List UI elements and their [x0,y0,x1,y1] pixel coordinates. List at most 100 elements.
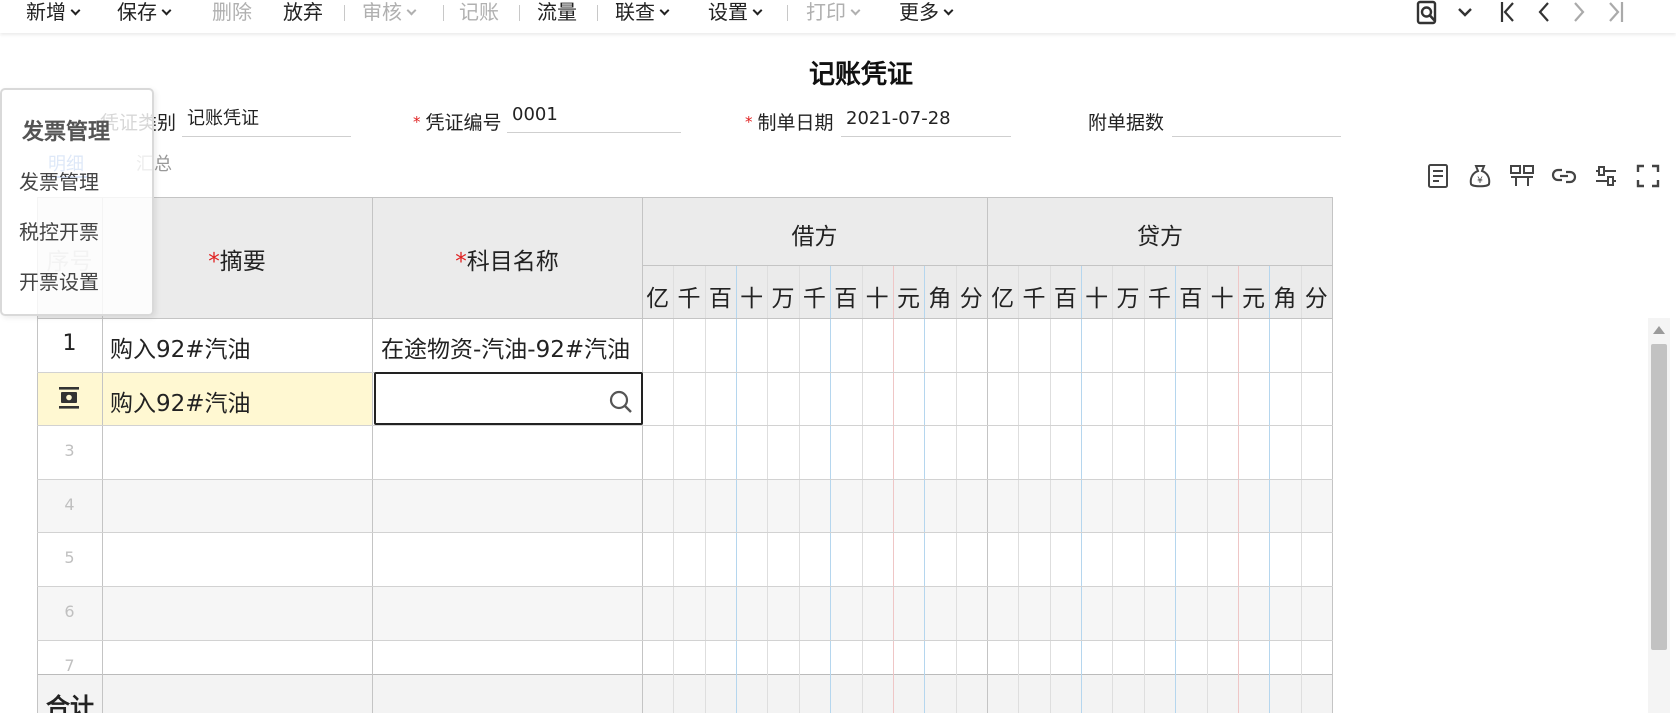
grid-line [1237,265,1239,713]
grid-line [798,265,800,713]
grid-line [642,265,1333,266]
popup-item-tax-invoicing[interactable]: 税控开票 [19,216,99,245]
credit-digit-header: 万 [1116,286,1140,312]
credit-digit-header: 百 [1053,286,1077,312]
popup-item-invoice-management[interactable]: 发票管理 [19,166,99,195]
grid-line [861,265,863,713]
grid-line [37,478,1333,480]
popup-title: 发票管理 [22,120,111,145]
settings-button[interactable]: 设置 [708,0,763,26]
structure-icon[interactable] [1508,162,1536,190]
print-button[interactable]: 打印 [806,0,861,26]
search-icon[interactable] [607,388,635,416]
more-button[interactable]: 更多 [899,0,954,26]
credit-digit-header: 亿 [991,286,1015,312]
summary-cell[interactable]: 购入92#汽油 [110,384,251,418]
grid-line [1049,265,1051,713]
grid-line [37,639,1333,641]
grid-line [37,586,1333,587]
grid-line [37,318,1333,319]
row-number: 6 [64,602,75,621]
table-row[interactable] [37,532,1333,586]
total-row [37,674,1333,713]
debit-digit-header: 百 [834,286,858,312]
last-page-icon[interactable] [1602,0,1630,26]
chevron-down-icon [943,5,954,16]
account-input[interactable] [374,372,643,425]
debit-digit-header: 亿 [646,286,670,312]
toolbar-separator [597,5,598,21]
link-icon[interactable] [1550,162,1578,190]
post-button[interactable]: 记账 [459,0,499,26]
adjust-icon[interactable] [1592,162,1620,190]
table-row[interactable] [37,425,1333,479]
chevron-down-icon[interactable] [1451,0,1479,26]
next-page-icon[interactable] [1565,0,1593,26]
grid-line [892,265,894,713]
grid-line [673,265,675,713]
chevron-down-icon [850,5,861,16]
debit-digit-header: 十 [865,286,889,312]
credit-digit-header: 千 [1022,286,1046,312]
voucher-no-label: * 凭证编号 [413,112,502,134]
preview-icon[interactable] [1414,0,1442,26]
header-credit: 贷方 [1137,224,1183,250]
chevron-down-icon [70,5,81,16]
grid-line [1269,265,1271,713]
popup-item-invoice-settings[interactable]: 开票设置 [19,266,99,295]
credit-digit-header: 元 [1241,286,1265,312]
credit-digit-header: 十 [1210,286,1234,312]
grid-line [1112,265,1114,713]
table-row[interactable] [37,478,1333,533]
money-bag-icon[interactable]: ¥ [1466,162,1494,190]
account-cell[interactable]: 在途物资-汽油-92#汽油 [381,330,630,364]
credit-digit-header: 十 [1085,286,1109,312]
scrollbar-thumb[interactable] [1651,344,1667,650]
grid-line [1018,265,1020,713]
debit-digit-header: 元 [896,286,920,312]
first-page-icon[interactable] [1493,0,1521,26]
header-debit: 借方 [791,224,838,250]
credit-digit-header: 角 [1273,286,1297,312]
debit-digit-header: 角 [928,286,952,312]
query-button[interactable]: 联查 [615,0,670,26]
scroll-up-arrow[interactable] [1653,326,1665,334]
chevron-down-icon [659,5,670,16]
credit-digit-header: 千 [1147,286,1171,312]
toolbar-separator [443,5,444,21]
debit-digit-header: 千 [802,286,826,312]
grid-line [1143,265,1145,713]
voucher-date-field[interactable]: 2021-07-28 [841,105,1011,137]
fullscreen-icon[interactable] [1634,162,1662,190]
row-number: 4 [64,494,75,514]
delete-button[interactable]: 删除 [212,0,252,26]
grid-line [37,532,1333,534]
save-button[interactable]: 保存 [117,0,172,26]
voucher-type-field[interactable]: 记账凭证 [182,105,351,137]
voucher-row-edit-icon[interactable] [55,384,83,412]
voucher-no-field[interactable]: 0001 [507,101,681,133]
audit-button[interactable]: 审核 [362,0,417,26]
grid-line [372,197,373,713]
voucher-template-icon[interactable] [1424,162,1452,190]
summary-cell[interactable]: 购入92#汽油 [110,330,251,364]
total-label: 合计 [46,693,94,713]
grid-line [955,265,957,713]
header-account: *科目名称 [455,249,559,275]
add-button[interactable]: 新增 [26,0,81,26]
table-row[interactable] [37,586,1333,640]
attachments-field[interactable] [1172,105,1341,137]
credit-digit-header: 分 [1304,286,1328,312]
debit-digit-header: 十 [740,286,764,312]
grid-line [1332,197,1333,713]
page-title: 记账凭证 [808,60,913,90]
prev-page-icon[interactable] [1530,0,1558,26]
row-number: 5 [64,548,75,568]
row-number: 7 [64,655,75,675]
grid-line [924,265,926,713]
chevron-down-icon [752,5,763,16]
cashflow-button[interactable]: 流量 [537,0,577,26]
chevron-down-icon [406,5,417,16]
voucher-date-label: * 制单日期 [745,112,834,134]
discard-button[interactable]: 放弃 [283,0,323,26]
